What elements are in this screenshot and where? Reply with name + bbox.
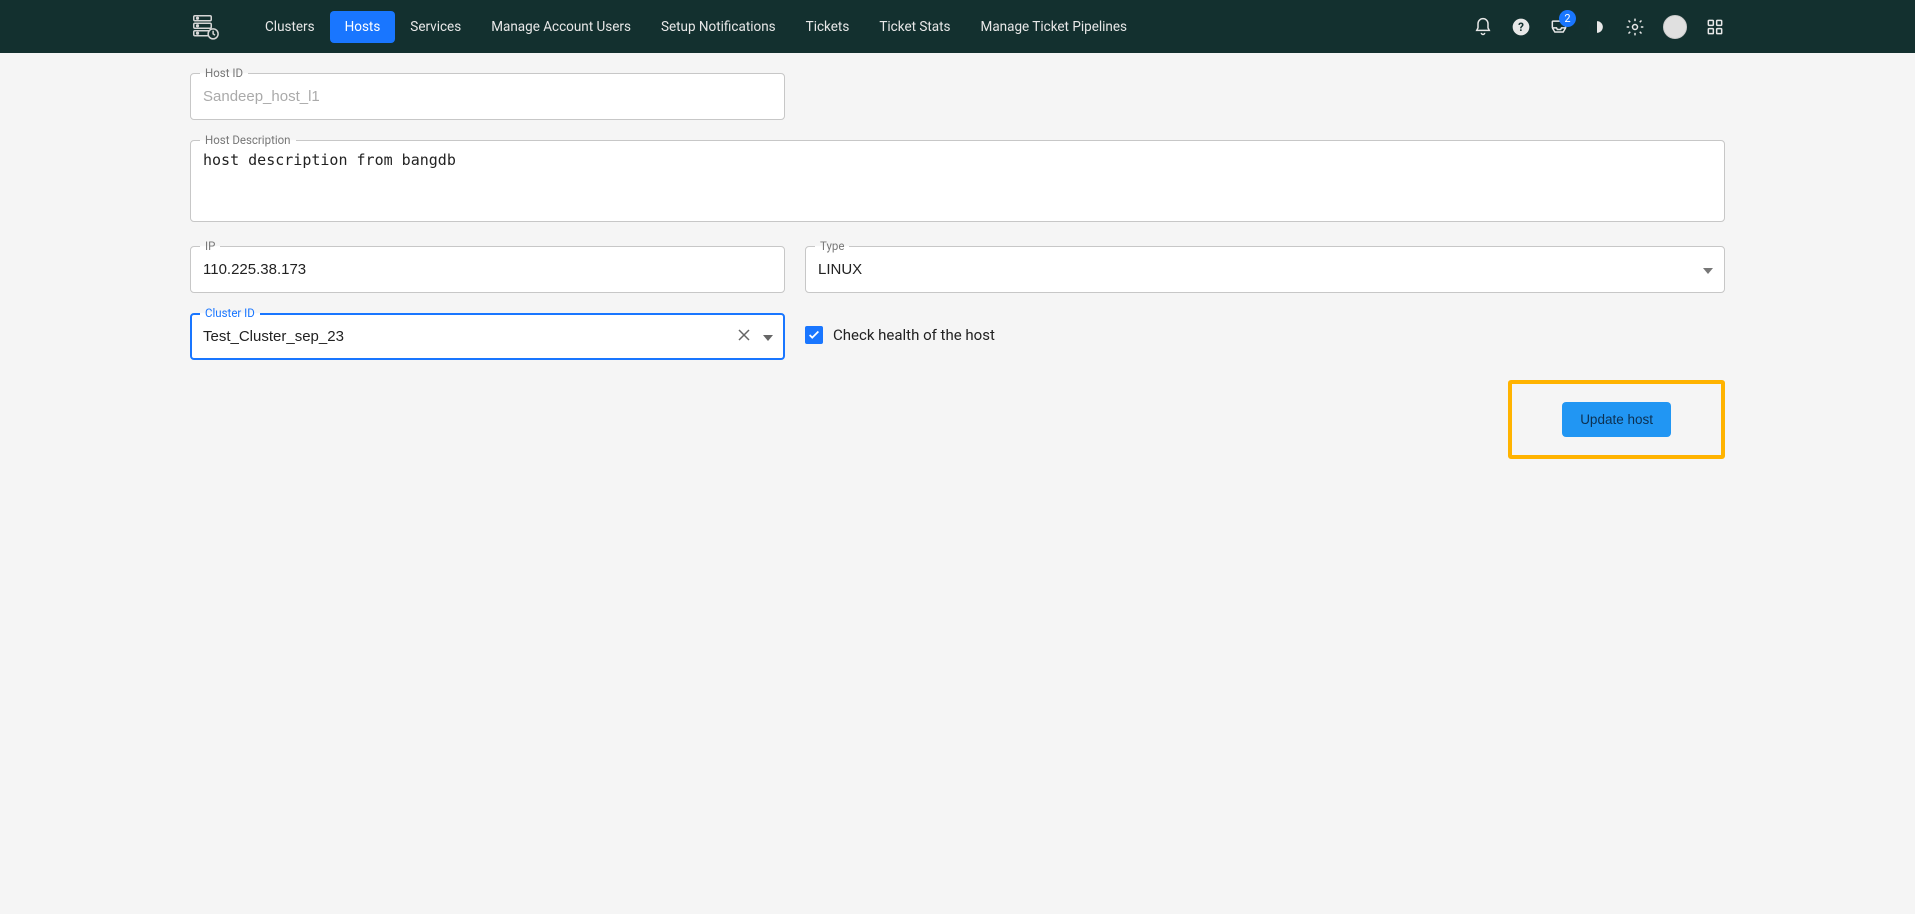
- top-navbar: ClustersHostsServicesManage Account User…: [0, 0, 1915, 53]
- svg-text:?: ?: [1518, 20, 1524, 34]
- type-select[interactable]: [805, 246, 1725, 293]
- nav-item-tickets[interactable]: Tickets: [791, 11, 865, 43]
- avatar[interactable]: [1663, 15, 1687, 39]
- nav-items: ClustersHostsServicesManage Account User…: [250, 11, 1142, 43]
- host-description-field: Host Description: [190, 140, 1725, 226]
- nav-item-ticket-stats[interactable]: Ticket Stats: [864, 11, 965, 43]
- help-icon[interactable]: ?: [1511, 17, 1531, 37]
- clear-icon[interactable]: [735, 328, 753, 346]
- ip-field: IP: [190, 246, 785, 293]
- update-highlight: Update host: [1508, 380, 1725, 459]
- nav-icons: ? 2: [1473, 15, 1725, 39]
- host-id-field: Host ID: [190, 73, 785, 120]
- cluster-id-label: Cluster ID: [200, 306, 260, 320]
- host-id-input[interactable]: [190, 73, 785, 120]
- type-label: Type: [815, 239, 849, 253]
- nav-item-manage-ticket-pipelines[interactable]: Manage Ticket Pipelines: [966, 11, 1142, 43]
- host-description-input[interactable]: [190, 140, 1725, 222]
- settings-icon[interactable]: [1625, 17, 1645, 37]
- bell-icon[interactable]: [1473, 17, 1493, 37]
- apps-grid-icon[interactable]: [1705, 17, 1725, 37]
- inbox-badge: 2: [1559, 10, 1576, 27]
- host-form: Host ID Host Description IP Type Cluster…: [0, 53, 1915, 479]
- theme-toggle-icon[interactable]: [1587, 17, 1607, 37]
- nav-item-clusters[interactable]: Clusters: [250, 11, 330, 43]
- check-health-label: Check health of the host: [833, 326, 995, 344]
- host-id-label: Host ID: [200, 66, 248, 80]
- chevron-down-icon[interactable]: [759, 329, 777, 345]
- update-host-button[interactable]: Update host: [1562, 402, 1671, 437]
- check-health-row: Check health of the host: [805, 313, 1725, 344]
- host-description-label: Host Description: [200, 133, 296, 147]
- nav-item-hosts[interactable]: Hosts: [330, 11, 396, 43]
- nav-item-manage-account-users[interactable]: Manage Account Users: [476, 11, 646, 43]
- inbox-icon[interactable]: 2: [1549, 17, 1569, 37]
- ip-input[interactable]: [190, 246, 785, 293]
- type-field: Type: [805, 246, 1725, 293]
- cluster-id-field: Cluster ID: [190, 313, 785, 360]
- check-health-checkbox[interactable]: [805, 326, 823, 344]
- nav-item-setup-notifications[interactable]: Setup Notifications: [646, 11, 791, 43]
- nav-item-services[interactable]: Services: [395, 11, 476, 43]
- app-logo[interactable]: [190, 12, 220, 42]
- ip-label: IP: [200, 239, 220, 253]
- cluster-id-input[interactable]: [190, 313, 785, 360]
